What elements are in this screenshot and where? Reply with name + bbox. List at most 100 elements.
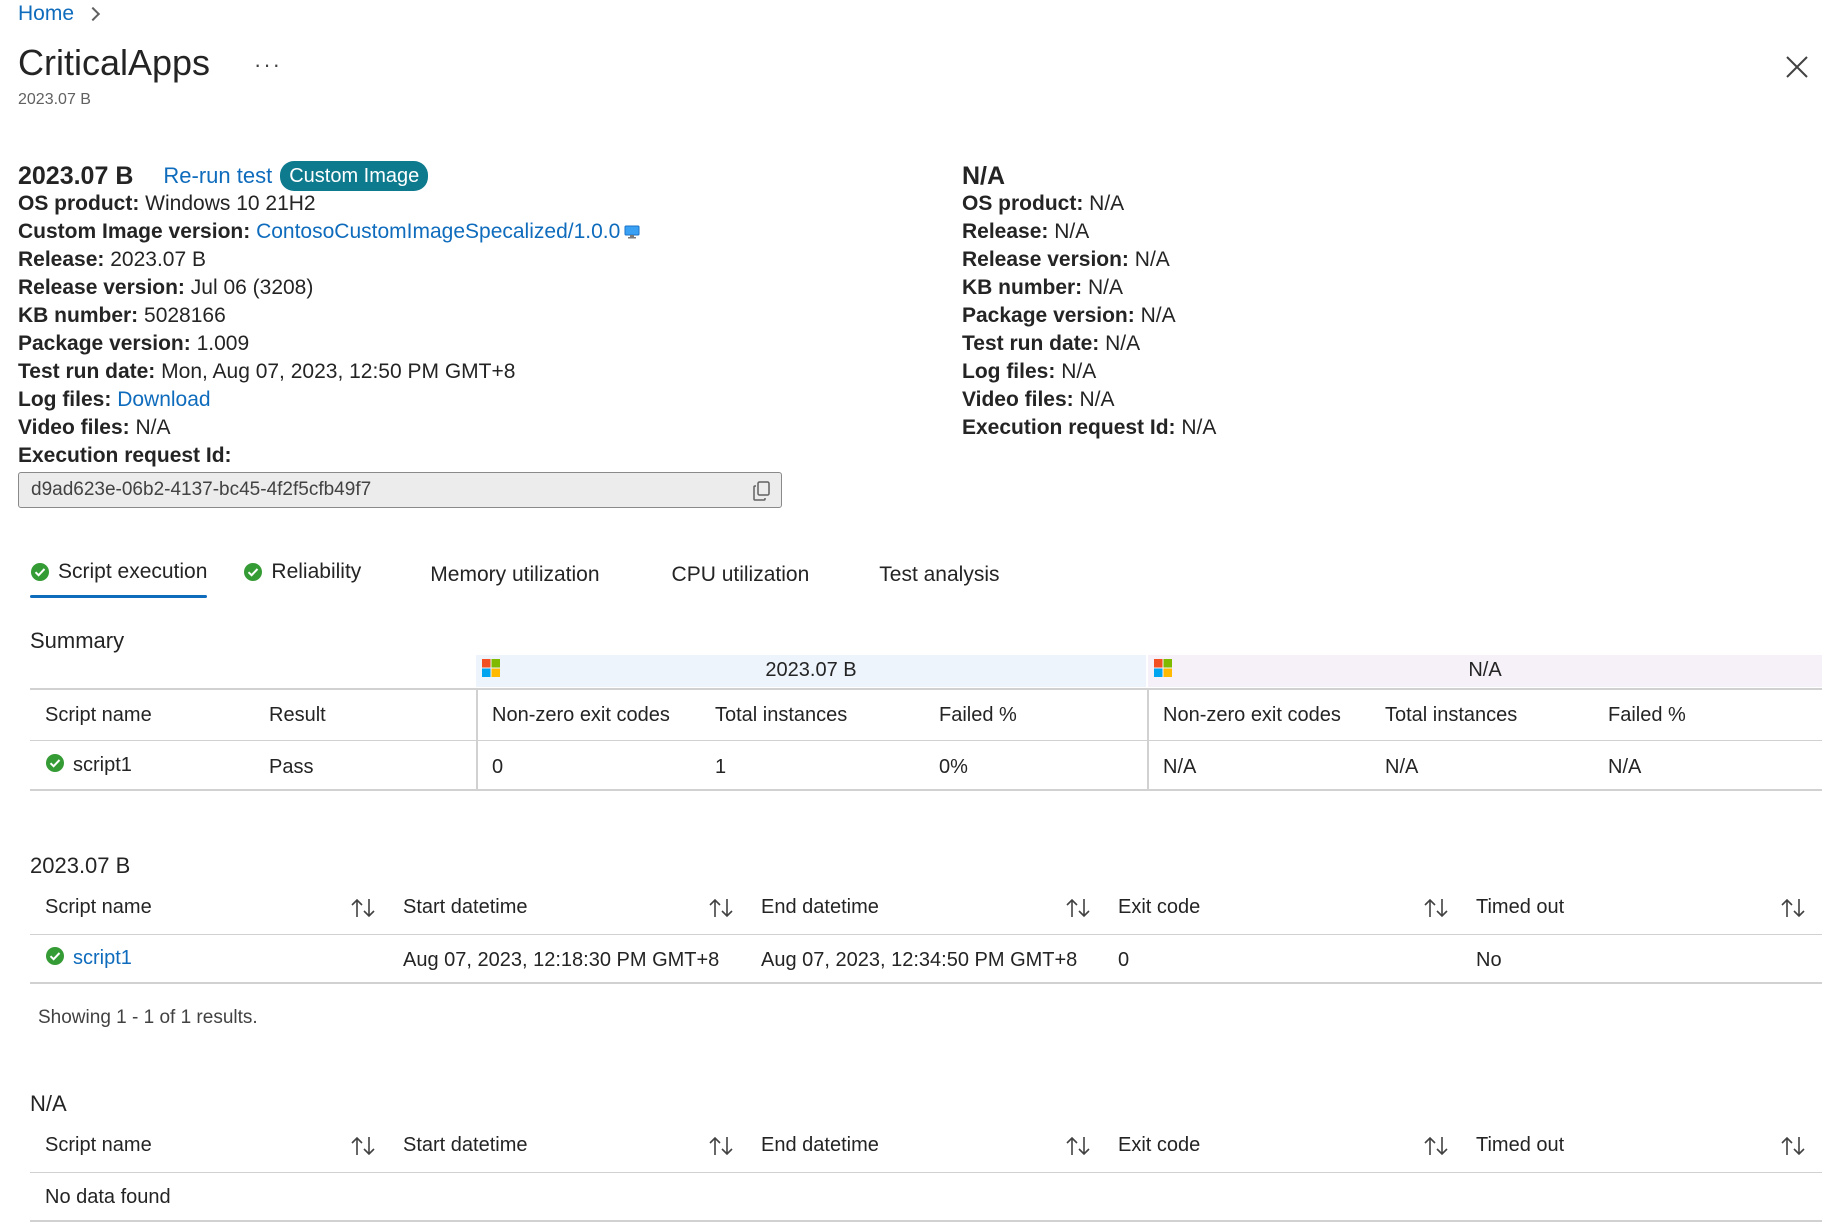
right-kb-number-value: N/A [1088, 276, 1124, 299]
cell-result: Pass [269, 756, 314, 778]
sort-arrows-icon[interactable] [1423, 1135, 1449, 1157]
tab-test-analysis[interactable]: Test analysis [879, 550, 999, 594]
sort-arrows-icon[interactable] [708, 897, 734, 919]
custom-image-label: Custom Image version: [18, 220, 251, 243]
kb-number-value: 5028166 [144, 304, 226, 327]
test-run-date-value: Mon, Aug 07, 2023, 12:50 PM GMT+8 [161, 360, 516, 383]
download-link[interactable]: Download [117, 388, 210, 411]
right-execution-request-label: Execution request Id: [962, 416, 1176, 439]
right-package-version-row: Package version: N/A [962, 302, 1216, 330]
test-run-date-row: Test run date: Mon, Aug 07, 2023, 12:50 … [18, 358, 640, 386]
tab-label: Memory utilization [430, 563, 600, 586]
right-kb-number-label: KB number: [962, 276, 1083, 299]
col-header-failed-pct: Failed % [1608, 704, 1686, 726]
left-info-header: 2023.07 B Re-run test Custom Image [18, 160, 640, 192]
sort-arrows-icon[interactable] [1065, 897, 1091, 919]
test-run-date-label: Test run date: [18, 360, 156, 383]
col-header-non-zero-exit-codes: Non-zero exit codes [1163, 704, 1341, 726]
package-version-label: Package version: [18, 332, 191, 355]
release-version-row: Release version: Jul 06 (3208) [18, 274, 640, 302]
right-info-panel: N/A OS product: N/A Release: N/A Release… [962, 160, 1216, 442]
tab-script-execution[interactable]: Script execution [30, 550, 208, 598]
col-header-start-datetime[interactable]: Start datetime [403, 896, 528, 919]
right-kb-number-row: KB number: N/A [962, 274, 1216, 302]
col-header-end-datetime[interactable]: End datetime [761, 1134, 879, 1157]
tab-cpu-utilization[interactable]: CPU utilization [672, 550, 810, 594]
custom-image-badge: Custom Image [280, 161, 429, 191]
execution-request-row: Execution request Id: [18, 442, 640, 470]
sort-arrows-icon[interactable] [350, 1135, 376, 1157]
col-header-failed-pct: Failed % [939, 704, 1017, 726]
col-header-timed-out[interactable]: Timed out [1476, 896, 1564, 919]
os-product-label: OS product: [18, 192, 140, 215]
close-icon[interactable] [1784, 54, 1810, 80]
release-version-label: Release version: [18, 276, 185, 299]
cell-start-datetime: Aug 07, 2023, 12:18:30 PM GMT+8 [403, 949, 720, 971]
cell-timed-out: No [1476, 949, 1502, 971]
table-a-title: 2023.07 B [30, 853, 131, 878]
col-header-exit-code[interactable]: Exit code [1118, 1134, 1200, 1157]
col-header-end-datetime[interactable]: End datetime [761, 896, 879, 919]
group-a-title: 2023.07 B [765, 659, 857, 681]
left-info-title: 2023.07 B [18, 162, 134, 190]
sort-arrows-icon[interactable] [1780, 897, 1806, 919]
right-release-version-label: Release version: [962, 248, 1129, 271]
sort-arrows-icon[interactable] [350, 897, 376, 919]
check-circle-icon [31, 563, 49, 581]
tab-reliability[interactable]: Reliability [243, 550, 361, 594]
sort-arrows-icon[interactable] [1065, 1135, 1091, 1157]
tab-list: Script execution Reliability Memory util… [30, 550, 999, 598]
execution-request-label: Execution request Id: [18, 444, 232, 467]
results-count: Showing 1 - 1 of 1 results. [38, 1007, 258, 1028]
right-package-version-value: N/A [1140, 304, 1176, 327]
script-link[interactable]: script1 [73, 947, 132, 970]
breadcrumb-home-link[interactable]: Home [18, 2, 74, 26]
col-header-start-datetime[interactable]: Start datetime [403, 1134, 528, 1157]
package-version-value: 1.009 [196, 332, 250, 355]
right-release-version-value: N/A [1134, 248, 1170, 271]
tab-memory-utilization[interactable]: Memory utilization [430, 550, 599, 594]
cell-end-datetime: Aug 07, 2023, 12:34:50 PM GMT+8 [761, 949, 1078, 971]
right-test-run-date-value: N/A [1105, 332, 1141, 355]
video-files-row: Video files: N/A [18, 414, 640, 442]
right-os-product-value: N/A [1089, 192, 1125, 215]
sort-arrows-icon[interactable] [1423, 897, 1449, 919]
divider [30, 688, 1822, 690]
right-test-run-date-label: Test run date: [962, 332, 1100, 355]
tab-label: Reliability [271, 560, 362, 583]
right-video-files-row: Video files: N/A [962, 386, 1216, 414]
divider [30, 789, 1822, 791]
right-video-files-value: N/A [1079, 388, 1115, 411]
right-info-header: N/A [962, 160, 1216, 192]
release-value: 2023.07 B [110, 248, 206, 271]
sort-arrows-icon[interactable] [1780, 1135, 1806, 1157]
col-header-timed-out[interactable]: Timed out [1476, 1134, 1564, 1157]
video-files-value: N/A [135, 416, 171, 439]
execution-id-field[interactable]: d9ad623e-06b2-4137-bc45-4f2f5cfb49f7 [18, 472, 782, 508]
check-circle-icon [46, 754, 64, 772]
cell-exit-code: 0 [1118, 949, 1130, 971]
divider [30, 1172, 1822, 1173]
col-header-result: Result [269, 704, 326, 726]
col-header-script-name[interactable]: Script name [45, 896, 152, 919]
more-horizontal-icon[interactable]: ··· [254, 52, 282, 78]
monitor-icon [624, 225, 640, 239]
check-circle-icon [46, 947, 64, 965]
kb-number-row: KB number: 5028166 [18, 302, 640, 330]
os-product-row: OS product: Windows 10 21H2 [18, 190, 640, 218]
empty-state: No data found [45, 1186, 171, 1208]
release-label: Release: [18, 248, 105, 271]
tab-label: CPU utilization [671, 563, 810, 586]
col-header-total-instances: Total instances [1385, 704, 1518, 726]
col-header-script-name[interactable]: Script name [45, 1134, 152, 1157]
chevron-right-icon [85, 6, 101, 22]
cell-non-zero-exit-codes: 0 [492, 756, 504, 778]
cell-failed-pct: 0% [939, 756, 968, 778]
right-execution-request-row: Execution request Id: N/A [962, 414, 1216, 442]
rerun-test-link[interactable]: Re-run test [163, 162, 272, 190]
col-header-exit-code[interactable]: Exit code [1118, 896, 1200, 919]
sort-arrows-icon[interactable] [708, 1135, 734, 1157]
custom-image-link[interactable]: ContosoCustomImageSpecalized/1.0.0 [256, 220, 620, 243]
copy-icon[interactable] [753, 481, 771, 501]
divider [30, 982, 1822, 984]
